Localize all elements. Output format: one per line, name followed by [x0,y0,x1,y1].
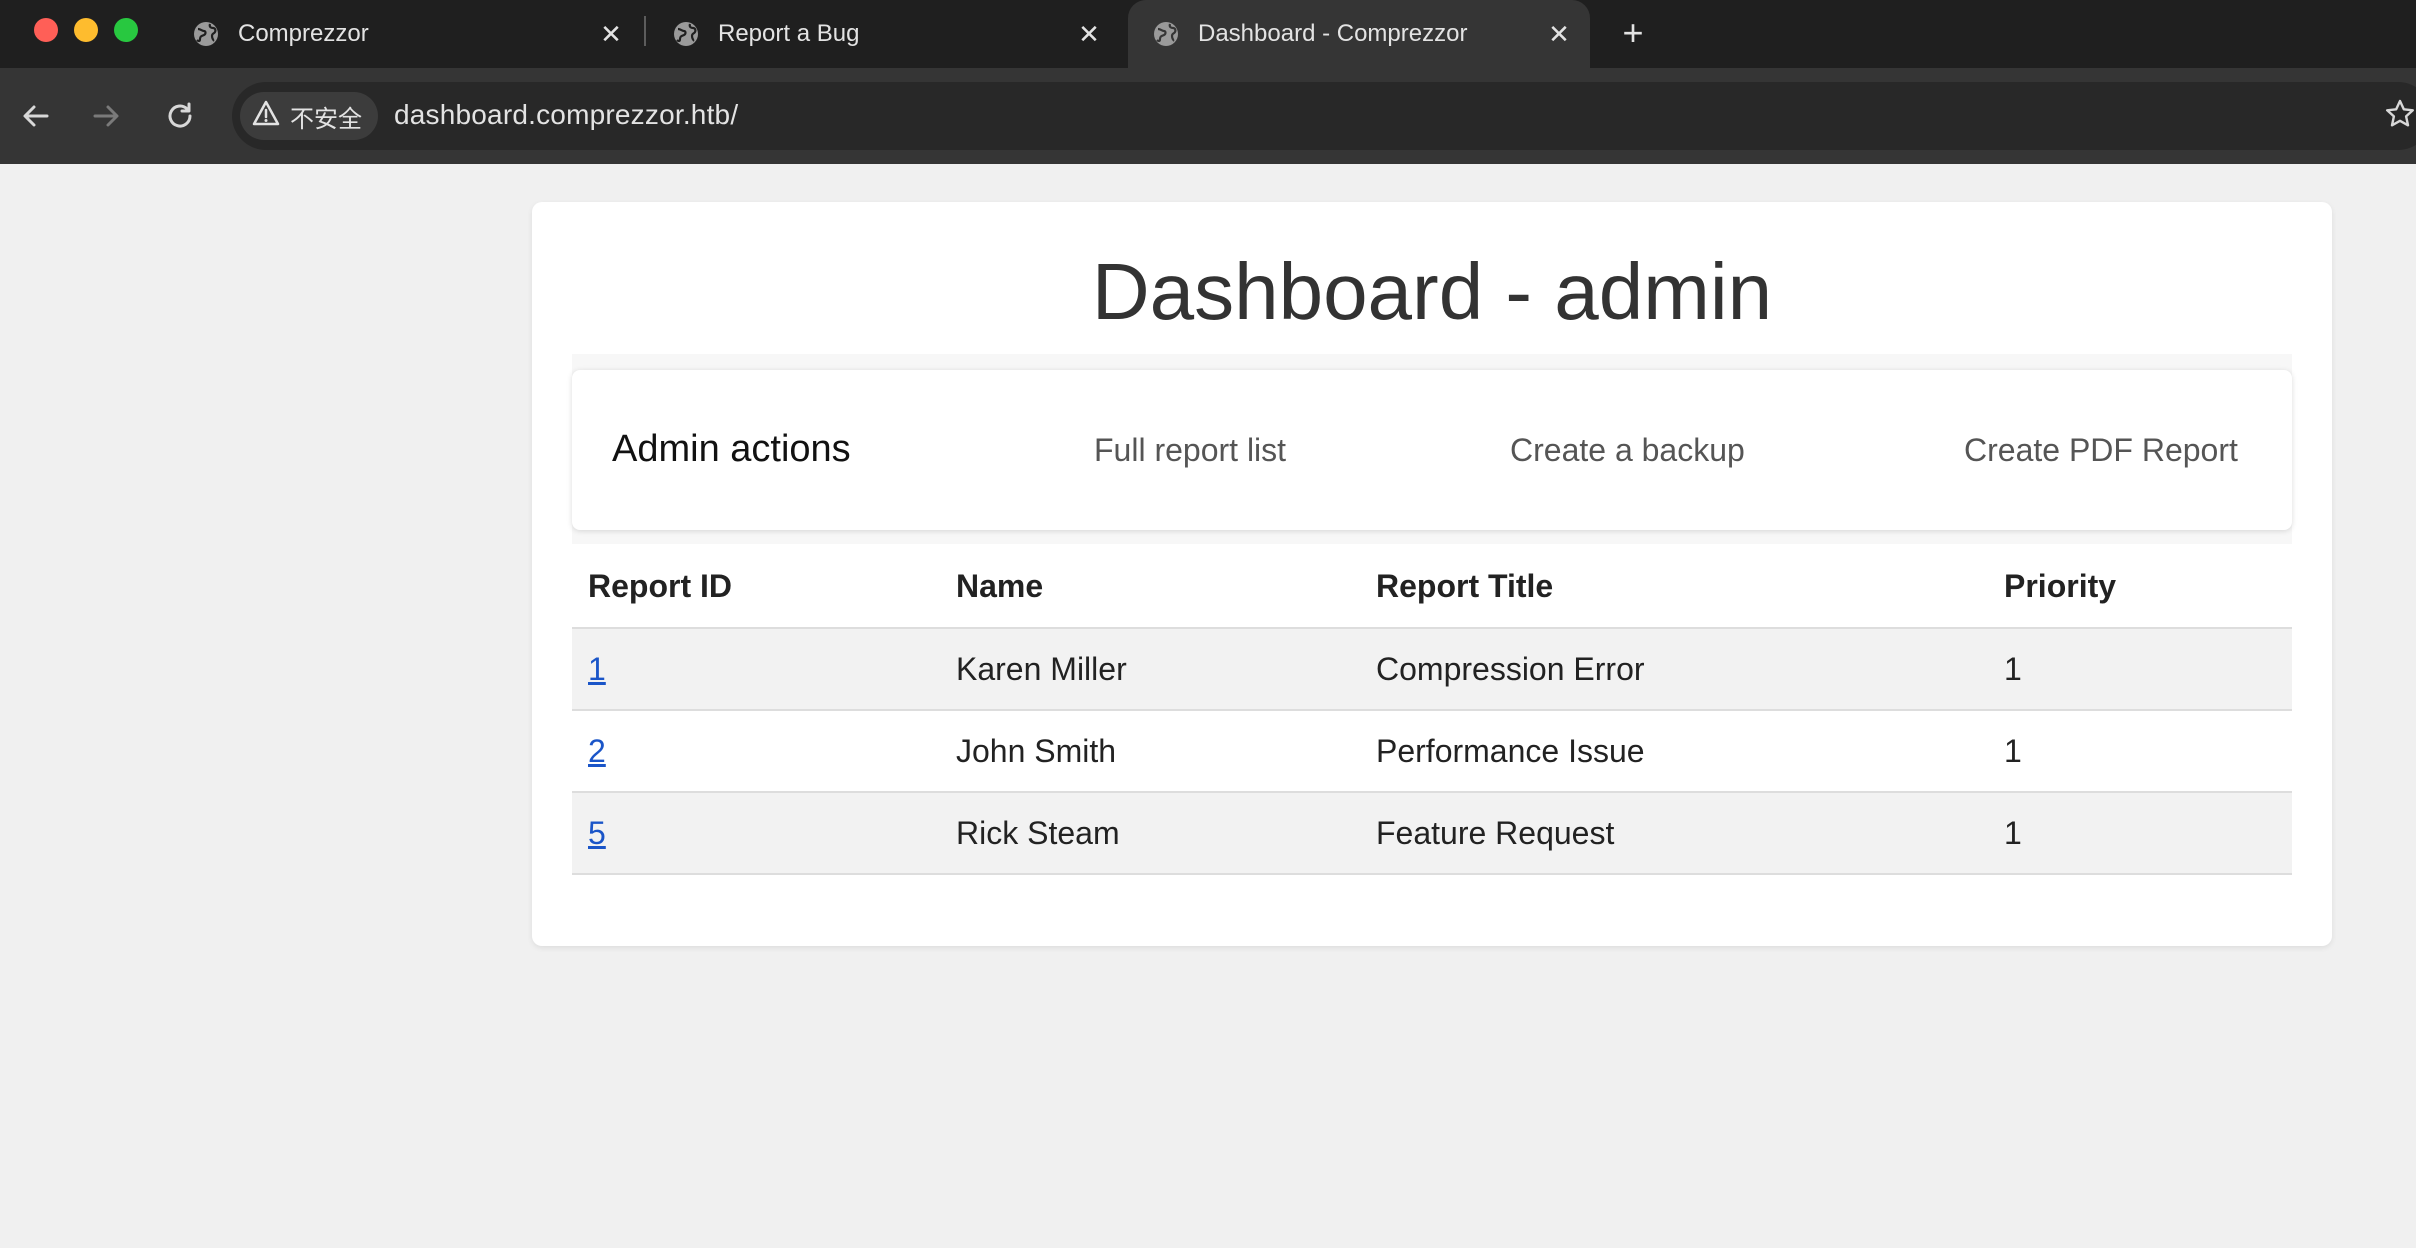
reload-icon[interactable] [158,94,202,138]
warning-icon [252,100,280,133]
reports-table: Report ID Name Report Title Priority 1 K… [572,546,2292,875]
table-row: 2 John Smith Performance Issue 1 [572,710,2292,793]
minimize-window-button[interactable] [74,18,98,42]
report-title-cell: Feature Request [1360,792,1988,875]
url-text[interactable]: dashboard.comprezzor.htb/ [394,99,738,131]
nav-link-create-pdf-report[interactable]: Create PDF Report [1964,432,2238,469]
close-tab-icon[interactable]: ✕ [1072,17,1106,51]
column-header-report-id: Report ID [572,546,940,629]
security-chip[interactable]: 不安全 [240,92,378,140]
table-row: 5 Rick Steam Feature Request 1 [572,792,2292,875]
reporter-name-cell: Karen Miller [940,628,1360,711]
close-window-button[interactable] [34,18,58,42]
report-id-cell: 2 [572,710,940,793]
globe-icon [672,20,700,48]
nav-link-full-report-list[interactable]: Full report list [1094,432,1286,469]
maximize-window-button[interactable] [114,18,138,42]
globe-icon [192,20,220,48]
back-arrow-icon[interactable] [14,94,58,138]
close-tab-icon[interactable]: ✕ [594,17,628,51]
reporter-name-cell: Rick Steam [940,792,1360,875]
report-id-link[interactable]: 1 [588,651,606,687]
column-header-name: Name [940,546,1360,629]
page-title: Dashboard - admin [1091,247,1773,336]
address-bar[interactable]: 不安全 dashboard.comprezzor.htb/ [232,82,2416,150]
bookmark-star-icon[interactable] [2384,98,2416,135]
priority-cell: 1 [1988,628,2292,711]
report-title-cell: Compression Error [1360,628,1988,711]
new-tab-icon[interactable]: + [1610,10,1656,56]
browser-tab-bar: Comprezzor ✕ Report a Bug ✕ Dashboard - … [0,0,2416,68]
report-id-link[interactable]: 5 [588,815,606,851]
report-title-cell: Performance Issue [1360,710,1988,793]
tab-dashboard-comprezzor[interactable]: Dashboard - Comprezzor ✕ [1128,0,1590,68]
report-id-link[interactable]: 2 [588,733,606,769]
navbar-brand[interactable]: Admin actions [612,428,851,471]
table-row: 1 Karen Miller Compression Error 1 [572,628,2292,711]
close-tab-icon[interactable]: ✕ [1542,17,1576,51]
table-header-row: Report ID Name Report Title Priority [572,546,2292,629]
priority-cell: 1 [1988,792,2292,875]
browser-toolbar: 不安全 dashboard.comprezzor.htb/ [0,68,2416,164]
nav-link-create-backup[interactable]: Create a backup [1510,432,1745,469]
tab-comprezzor[interactable]: Comprezzor ✕ [168,0,642,68]
security-label: 不安全 [290,105,362,133]
globe-icon [1152,20,1180,48]
admin-navbar: Admin actions Full report list Create a … [572,370,2292,530]
forward-arrow-icon[interactable] [84,94,128,138]
report-id-cell: 5 [572,792,940,875]
dashboard-card: Dashboard - admin Admin actions Full rep… [532,202,2332,946]
priority-cell: 1 [1988,710,2292,793]
tab-title: Report a Bug [718,20,860,47]
reporter-name-cell: John Smith [940,710,1360,793]
tab-title: Dashboard - Comprezzor [1198,20,1468,47]
column-header-priority: Priority [1988,546,2292,629]
report-id-cell: 1 [572,628,940,711]
tab-report-a-bug[interactable]: Report a Bug ✕ [648,0,1120,68]
tab-title: Comprezzor [238,20,369,47]
column-header-report-title: Report Title [1360,546,1988,629]
tab-divider [644,16,646,46]
